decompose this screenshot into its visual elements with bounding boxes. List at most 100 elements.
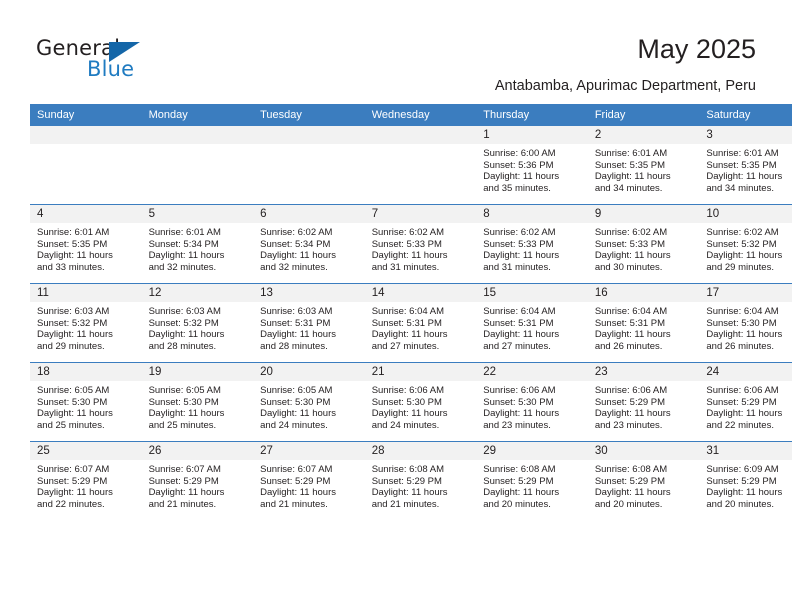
sunset-text: Sunset: 5:35 PM — [594, 159, 666, 171]
day-cell-content: 2 Sunrise: 6:01 AM Sunset: 5:35 PM Daylight… — [587, 126, 700, 204]
calendar-week-row: 4 Sunrise: 6:01 AM Sunset: 5:35 PM Daylight… — [30, 204, 792, 284]
day-details: Sunrise: 6:07 AM Sunset: 5:29 PM Daylight:… — [30, 460, 142, 510]
daylight-text-line2: and 30 minutes. — [594, 261, 663, 273]
day-details: Sunrise: 6:05 AM Sunset: 5:30 PM Daylight:… — [253, 381, 365, 431]
sunrise-text: Sunrise: 6:01 AM — [148, 227, 221, 238]
calendar-day-cell[interactable]: 6 Sunrise: 6:02 AM Sunset: 5:34 PM Daylight… — [253, 204, 365, 284]
calendar-day-cell[interactable]: 28 Sunrise: 6:08 AM Sunset: 5:29 PM Dayligh… — [364, 441, 477, 520]
day-cell-content: 13 Sunrise: 6:03 AM Sunset: 5:31 PM Dayligh… — [253, 284, 365, 362]
calendar-day-cell[interactable]: 16 Sunrise: 6:04 AM Sunset: 5:31 PM Dayligh… — [587, 283, 700, 363]
day-details: Sunrise: 6:04 AM Sunset: 5:31 PM Daylight:… — [588, 302, 700, 352]
day-number: 30 — [587, 442, 700, 460]
daylight-text-line1: Daylight: 11 hours — [148, 487, 225, 499]
calendar-day-cell[interactable]: 29 Sunrise: 6:08 AM Sunset: 5:29 PM Dayligh… — [476, 441, 588, 520]
sunset-text: Sunset: 5:33 PM — [371, 238, 442, 250]
calendar-day-cell[interactable]: 19 Sunrise: 6:05 AM Sunset: 5:30 PM Dayligh… — [141, 362, 254, 442]
daylight-text-line2: and 27 minutes. — [371, 340, 440, 352]
day-cell-content: 28 Sunrise: 6:08 AM Sunset: 5:29 PM Dayligh… — [364, 442, 477, 520]
page-header: General Blue May 2025 Antabamba, Apurima… — [0, 0, 792, 100]
calendar-day-cell[interactable]: 9 Sunrise: 6:02 AM Sunset: 5:33 PM Daylight… — [587, 204, 700, 284]
sunrise-text: Sunrise: 6:09 AM — [706, 464, 779, 475]
calendar-day-cell[interactable]: 2 Sunrise: 6:01 AM Sunset: 5:35 PM Daylight… — [587, 126, 700, 205]
calendar-day-cell[interactable]: 22 Sunrise: 6:06 AM Sunset: 5:30 PM Dayligh… — [476, 362, 588, 442]
day-cell-content: 31 Sunrise: 6:09 AM Sunset: 5:29 PM Dayligh… — [699, 442, 792, 520]
day-number: 5 — [141, 205, 254, 223]
day-details: Sunrise: 6:01 AM Sunset: 5:35 PM Daylight:… — [699, 144, 792, 194]
daylight-text-line2: and 23 minutes. — [594, 419, 663, 431]
calendar-day-cell[interactable]: 31 Sunrise: 6:09 AM Sunset: 5:29 PM Dayligh… — [699, 441, 792, 520]
sunset-text: Sunset: 5:31 PM — [483, 317, 554, 329]
day-cell-content: 20 Sunrise: 6:05 AM Sunset: 5:30 PM Dayligh… — [253, 363, 365, 441]
calendar-day-cell[interactable]: 27 Sunrise: 6:07 AM Sunset: 5:29 PM Dayligh… — [253, 441, 365, 520]
calendar-day-cell[interactable]: 8 Sunrise: 6:02 AM Sunset: 5:33 PM Daylight… — [476, 204, 588, 284]
calendar-day-cell[interactable]: 13 Sunrise: 6:03 AM Sunset: 5:31 PM Dayligh… — [253, 283, 365, 363]
calendar-day-cell[interactable]: 1 Sunrise: 6:00 AM Sunset: 5:36 PM Daylight… — [476, 126, 588, 205]
daylight-text-line2: and 25 minutes. — [148, 419, 217, 431]
calendar-day-cell[interactable]: 4 Sunrise: 6:01 AM Sunset: 5:35 PM Daylight… — [30, 204, 142, 284]
calendar-day-cell[interactable]: 15 Sunrise: 6:04 AM Sunset: 5:31 PM Dayligh… — [476, 283, 588, 363]
daylight-text-line2: and 25 minutes. — [37, 419, 105, 431]
calendar-day-cell[interactable]: 30 Sunrise: 6:08 AM Sunset: 5:29 PM Dayligh… — [587, 441, 700, 520]
day-cell-content: 1 Sunrise: 6:00 AM Sunset: 5:36 PM Daylight… — [476, 126, 588, 204]
day-number: 9 — [587, 205, 700, 223]
calendar-day-cell[interactable]: 26 Sunrise: 6:07 AM Sunset: 5:29 PM Dayligh… — [141, 441, 254, 520]
calendar-day-cell[interactable]: 25 Sunrise: 6:07 AM Sunset: 5:29 PM Dayligh… — [30, 441, 142, 520]
daylight-text-line2: and 20 minutes. — [706, 498, 774, 510]
daylight-text-line1: Daylight: 11 hours — [483, 487, 560, 499]
sunrise-text: Sunrise: 6:05 AM — [260, 385, 333, 396]
day-cell-content: 14 Sunrise: 6:04 AM Sunset: 5:31 PM Dayligh… — [364, 284, 477, 362]
weekday-header-wednesday: Wednesday — [364, 104, 477, 126]
calendar-day-cell[interactable]: 11 Sunrise: 6:03 AM Sunset: 5:32 PM Dayligh… — [30, 283, 142, 363]
calendar-day-cell[interactable]: 7 Sunrise: 6:02 AM Sunset: 5:33 PM Daylight… — [364, 204, 477, 284]
day-number: 8 — [476, 205, 588, 223]
day-number: 29 — [476, 442, 588, 460]
calendar-day-cell[interactable]: 5 Sunrise: 6:01 AM Sunset: 5:34 PM Daylight… — [141, 204, 254, 284]
day-details: Sunrise: 6:08 AM Sunset: 5:29 PM Daylight:… — [588, 460, 700, 510]
day-number: 1 — [476, 126, 588, 144]
day-number: 26 — [141, 442, 254, 460]
day-number: 27 — [253, 442, 365, 460]
calendar-day-cell[interactable]: 14 Sunrise: 6:04 AM Sunset: 5:31 PM Dayligh… — [364, 283, 477, 363]
sunrise-text: Sunrise: 6:01 AM — [594, 148, 668, 159]
calendar-day-cell[interactable]: 20 Sunrise: 6:05 AM Sunset: 5:30 PM Dayligh… — [253, 362, 365, 442]
day-number: 16 — [587, 284, 700, 302]
sunset-text: Sunset: 5:34 PM — [148, 238, 219, 250]
day-details: Sunrise: 6:02 AM Sunset: 5:32 PM Daylight:… — [699, 223, 792, 273]
daylight-text-line1: Daylight: 11 hours — [371, 408, 448, 420]
calendar-day-cell[interactable]: 24 Sunrise: 6:06 AM Sunset: 5:29 PM Dayligh… — [699, 362, 792, 442]
daylight-text-line1: Daylight: 11 hours — [37, 250, 113, 262]
day-number: 13 — [253, 284, 365, 302]
day-number: 17 — [699, 284, 792, 302]
calendar-day-cell[interactable]: 23 Sunrise: 6:06 AM Sunset: 5:29 PM Dayligh… — [587, 362, 700, 442]
sunset-text: Sunset: 5:36 PM — [483, 159, 554, 171]
day-details: Sunrise: 6:04 AM Sunset: 5:31 PM Daylight:… — [476, 302, 588, 352]
day-number: 25 — [30, 442, 142, 460]
calendar-day-cell[interactable]: 12 Sunrise: 6:03 AM Sunset: 5:32 PM Dayligh… — [141, 283, 254, 363]
calendar-day-cell[interactable]: 3 Sunrise: 6:01 AM Sunset: 5:35 PM Daylight… — [699, 126, 792, 205]
sunset-text: Sunset: 5:33 PM — [483, 238, 554, 250]
calendar-day-cell[interactable]: 18 Sunrise: 6:05 AM Sunset: 5:30 PM Dayligh… — [30, 362, 142, 442]
sunrise-text: Sunrise: 6:02 AM — [371, 227, 445, 238]
sunrise-text: Sunrise: 6:02 AM — [483, 227, 556, 238]
sunset-text: Sunset: 5:29 PM — [706, 475, 777, 487]
day-cell-content: 5 Sunrise: 6:01 AM Sunset: 5:34 PM Daylight… — [141, 205, 254, 283]
daylight-text-line2: and 20 minutes. — [483, 498, 551, 510]
sunrise-text: Sunrise: 6:02 AM — [706, 227, 779, 238]
sunset-text: Sunset: 5:29 PM — [37, 475, 108, 487]
calendar-day-cell[interactable]: 17 Sunrise: 6:04 AM Sunset: 5:30 PM Dayligh… — [699, 283, 792, 363]
sunset-text: Sunset: 5:29 PM — [706, 396, 777, 408]
day-cell-content — [141, 126, 254, 204]
sunset-text: Sunset: 5:29 PM — [148, 475, 219, 487]
sunset-text: Sunset: 5:33 PM — [594, 238, 666, 250]
calendar-day-cell — [30, 126, 142, 205]
calendar-day-cell[interactable]: 10 Sunrise: 6:02 AM Sunset: 5:32 PM Dayligh… — [699, 204, 792, 284]
sunrise-text: Sunrise: 6:01 AM — [706, 148, 779, 159]
daylight-text-line2: and 21 minutes. — [371, 498, 440, 510]
day-cell-content: 19 Sunrise: 6:05 AM Sunset: 5:30 PM Dayligh… — [141, 363, 254, 441]
sunset-text: Sunset: 5:29 PM — [260, 475, 331, 487]
calendar-grid: Sunday Monday Tuesday Wednesday Thursday… — [30, 104, 792, 520]
general-blue-logo[interactable]: General Blue — [36, 36, 206, 86]
calendar-day-cell[interactable]: 21 Sunrise: 6:06 AM Sunset: 5:30 PM Dayligh… — [364, 362, 477, 442]
day-details: Sunrise: 6:04 AM Sunset: 5:30 PM Daylight:… — [699, 302, 792, 352]
sunrise-text: Sunrise: 6:03 AM — [37, 306, 110, 317]
